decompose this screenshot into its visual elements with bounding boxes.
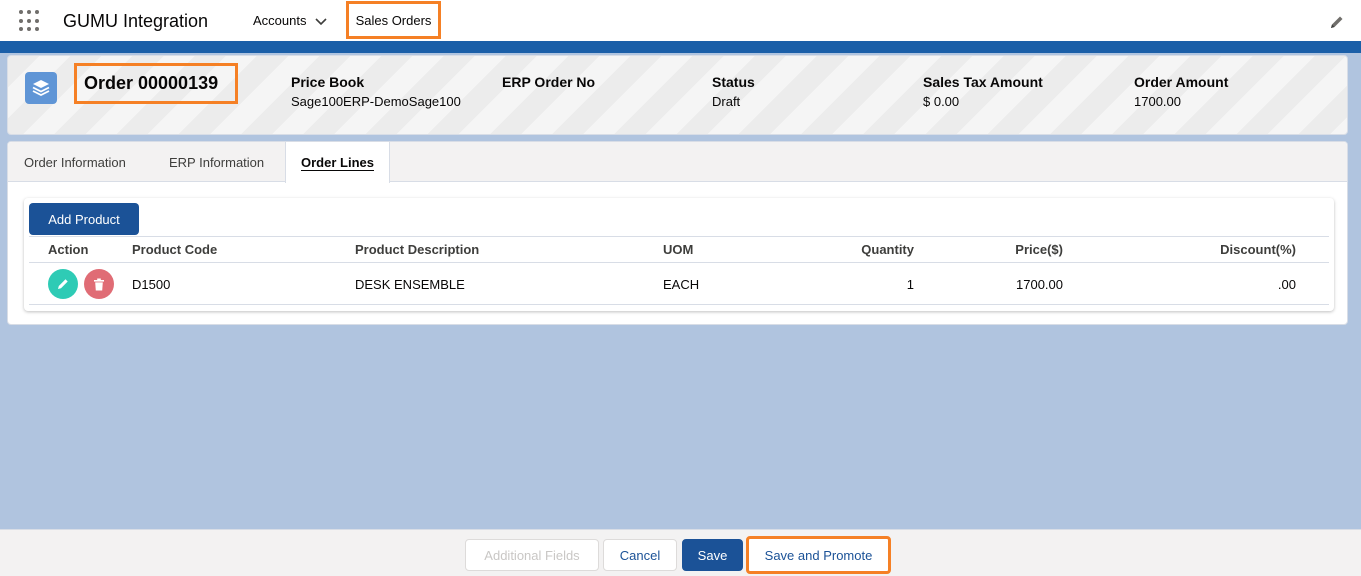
field-price-book: Price Book Sage100ERP-DemoSage100 (291, 74, 461, 109)
tab-label: ERP Information (169, 154, 265, 170)
column-header: Price($) (1015, 242, 1063, 257)
column-header: UOM (663, 242, 694, 257)
tab-label: Order Lines (301, 154, 374, 171)
column-header: Action (48, 242, 89, 257)
field-label: Order Amount (1134, 74, 1229, 90)
cell-price: 1700.00 (1016, 277, 1063, 292)
tab-order-information[interactable]: Order Information (24, 142, 126, 182)
cell-product-description: DESK ENSEMBLE (355, 277, 465, 292)
field-value: Sage100ERP-DemoSage100 (291, 94, 461, 109)
save-button[interactable]: Save (682, 539, 743, 571)
column-header: Product Code (132, 242, 218, 257)
tab-erp-information[interactable]: ERP Information (169, 142, 264, 182)
record-title-highlight: Order 00000139 (74, 63, 238, 104)
record-header: Order 00000139 Price Book Sage100ERP-Dem… (7, 55, 1348, 135)
cell-discount: .00 (1277, 277, 1296, 292)
trash-icon[interactable] (84, 269, 114, 299)
column-header: Product Description (355, 242, 480, 257)
save-and-promote-button[interactable]: Save and Promote (746, 536, 891, 574)
field-status: Status Draft (712, 74, 755, 109)
nav-item-label: Sales Orders (355, 12, 432, 28)
pencil-icon[interactable] (1329, 14, 1345, 30)
chevron-down-icon[interactable] (314, 14, 328, 28)
order-lines-panel: Add Product Action Product Code Product … (24, 198, 1334, 311)
field-sales-tax-amount: Sales Tax Amount $ 0.00 (923, 74, 1043, 109)
global-nav: GUMU Integration Accounts Sales Orders (0, 0, 1361, 41)
cancel-button[interactable]: Cancel (603, 539, 677, 571)
field-value: 1700.00 (1134, 94, 1181, 109)
field-label: Sales Tax Amount (923, 74, 1043, 90)
field-value: $ 0.00 (923, 94, 960, 109)
column-header: Discount(%) (1220, 242, 1296, 257)
tab-order-lines[interactable]: Order Lines (285, 142, 390, 183)
field-erp-order-no: ERP Order No (502, 74, 595, 94)
header-band (0, 41, 1361, 53)
field-label: Price Book (291, 74, 365, 90)
table-row: D1500 DESK ENSEMBLE EACH 1 1700.00 .00 (29, 263, 1329, 305)
nav-item-label: Accounts (253, 13, 307, 28)
app-launcher-icon[interactable] (19, 10, 41, 32)
layers-icon (25, 72, 57, 104)
column-header: Quantity (861, 242, 914, 257)
field-label: ERP Order No (502, 74, 596, 90)
table-header: Action Product Code Product Description … (29, 236, 1329, 263)
footer-actions: Additional Fields Cancel Save Save and P… (0, 529, 1361, 576)
tab-bar: Order Information ERP Information Order … (8, 142, 1347, 183)
cell-quantity: 1 (906, 277, 914, 292)
tabset: Order Information ERP Information Order … (7, 141, 1348, 325)
field-value: Draft (712, 94, 741, 109)
cell-product-code: D1500 (132, 277, 171, 292)
nav-item-accounts[interactable]: Accounts (253, 13, 328, 28)
app-name: GUMU Integration (63, 11, 209, 31)
add-product-button[interactable]: Add Product (29, 203, 139, 235)
field-label: Status (712, 74, 755, 90)
tab-label: Order Information (24, 154, 126, 170)
record-title: Order 00000139 (84, 73, 219, 93)
cell-uom: EACH (663, 277, 700, 292)
field-order-amount: Order Amount 1700.00 (1134, 74, 1228, 109)
additional-fields-button[interactable]: Additional Fields (465, 539, 599, 571)
nav-item-sales-orders[interactable]: Sales Orders (346, 1, 441, 39)
edit-icon[interactable] (48, 269, 78, 299)
